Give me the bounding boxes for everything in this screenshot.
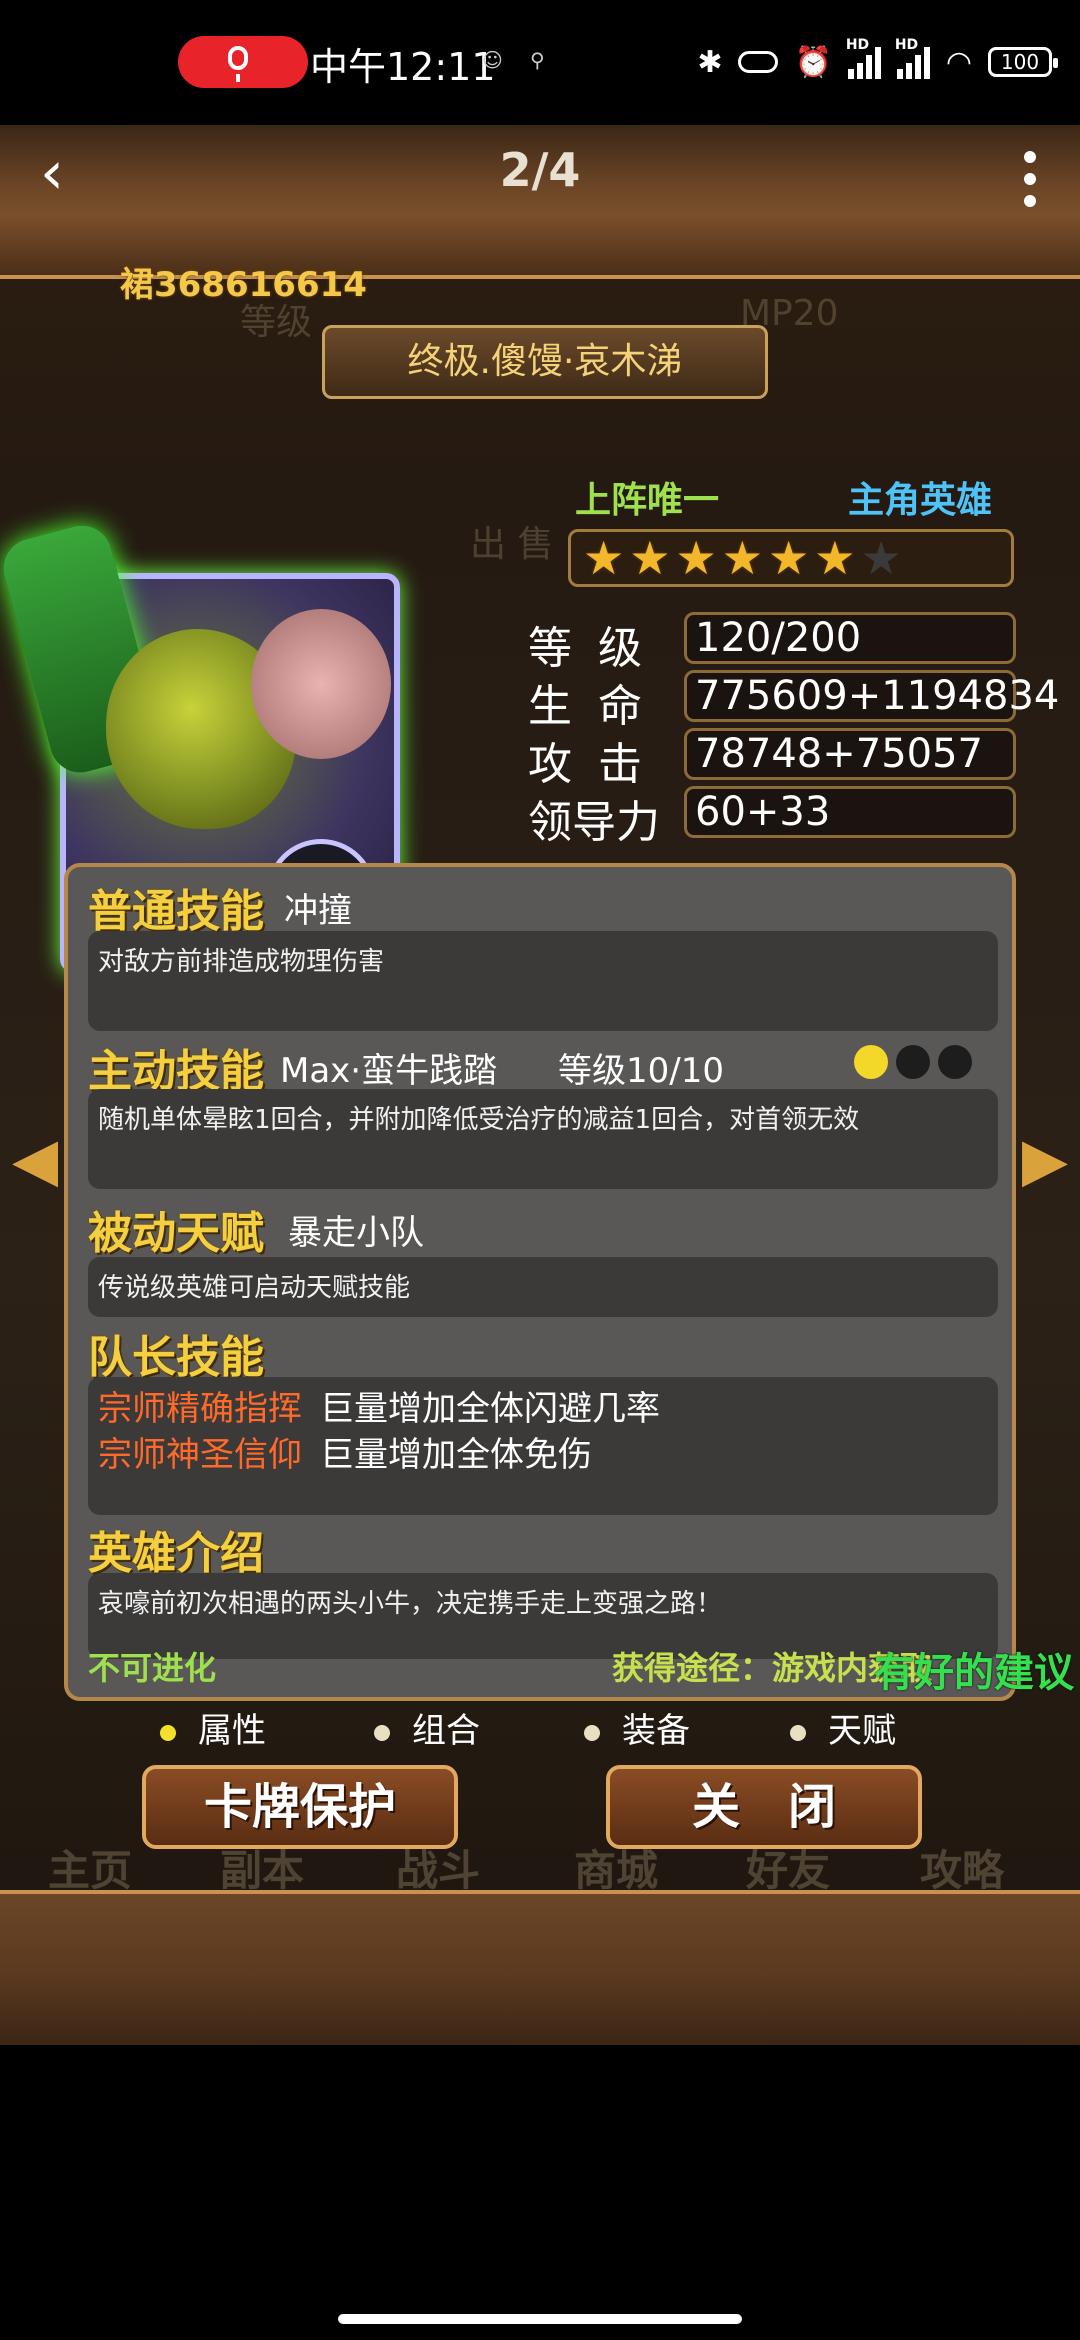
wifi-icon: ◠ xyxy=(945,44,972,80)
next-arrow-icon[interactable]: ▶ xyxy=(1022,1125,1068,1195)
passive-talent-name: 暴走小队 xyxy=(288,1213,424,1253)
skill-dot-icon xyxy=(854,1045,888,1079)
companion-character-graphic xyxy=(251,609,391,759)
skill-info-panel: 普通技能 冲撞 对敌方前排造成物理伤害 主动技能 Max·蛮牛践踏 等级10/1… xyxy=(64,863,1016,1701)
screen-recording-indicator[interactable] xyxy=(178,36,308,88)
star-icon: ★ xyxy=(814,531,856,585)
stat-value: 78748+75057 xyxy=(684,728,1016,780)
stat-value: 120/200 xyxy=(684,612,1016,664)
leader-skill-name: 宗师精确指挥 xyxy=(98,1389,302,1429)
status-time: 中午12:11 xyxy=(310,45,496,89)
skill-dot-icon xyxy=(896,1045,930,1079)
star-icon: ★ xyxy=(629,531,671,585)
normal-skill-title: 普通技能 xyxy=(88,886,264,937)
stat-label: 领导力 xyxy=(528,797,660,848)
watermark-text: 有好的建议 xyxy=(874,1650,1074,1696)
alarm-icon: ⏰ xyxy=(794,44,832,80)
leader-skill-title: 队长技能 xyxy=(88,1332,264,1383)
normal-skill-desc: 对敌方前排造成物理伤害 xyxy=(88,931,998,1031)
hero-intro-title: 英雄介绍 xyxy=(88,1528,264,1579)
star-icon: ★ xyxy=(768,531,810,585)
star-rating: ★ ★ ★ ★ ★ ★ ★ xyxy=(568,529,1014,587)
skill-level-dots xyxy=(854,1045,972,1079)
signal-2-icon: HD xyxy=(895,37,930,79)
star-icon: ★ xyxy=(675,531,717,585)
main-hero-tag: 主角英雄 xyxy=(848,480,993,521)
star-icon: ★ xyxy=(721,531,763,585)
stat-value: 60+33 xyxy=(684,786,1016,838)
app-notification-icon: ⚲ xyxy=(530,48,545,72)
card-protect-button[interactable]: 卡牌保护 xyxy=(142,1765,458,1849)
tab-combination[interactable]: 组合 xyxy=(374,1703,480,1752)
status-bar: 中午12:11 ☺ ⚲ ✱ ⏰ HD HD ◠ 100 xyxy=(0,0,1080,125)
passive-talent-title: 被动天赋 xyxy=(88,1208,264,1259)
tab-talent[interactable]: 天赋 xyxy=(790,1703,896,1752)
info-tabs: 属性 组合 装备 天赋 xyxy=(160,1703,940,1755)
bg-nav-home: 主页 xyxy=(48,1846,133,1895)
hero-title: 终极.傻馒·哀木涕 xyxy=(322,325,768,399)
leader-skill-value: 巨量增加全体闪避几率 xyxy=(320,1389,660,1429)
unique-deploy-tag: 上阵唯一 xyxy=(575,480,720,521)
tab-equipment[interactable]: 装备 xyxy=(584,1703,690,1752)
bottom-black-area xyxy=(0,2045,1080,2340)
passive-talent-desc: 传说级英雄可启动天赋技能 xyxy=(88,1257,998,1317)
previous-arrow-icon[interactable]: ◀ xyxy=(12,1125,58,1195)
leader-skill-row: 宗师精确指挥 巨量增加全体闪避几率 xyxy=(98,1381,660,1430)
star-icon: ★ xyxy=(583,531,625,585)
stat-label: 生 命 xyxy=(528,681,648,732)
normal-skill-name: 冲撞 xyxy=(284,891,352,931)
leader-skill-name: 宗师神圣信仰 xyxy=(98,1435,302,1475)
star-icon: ★ xyxy=(860,531,902,585)
stat-label: 攻 击 xyxy=(528,739,648,790)
group-number-text: 裙368616614 xyxy=(120,265,367,305)
signal-1-icon: HD xyxy=(846,37,881,79)
page-indicator: 2/4 xyxy=(499,143,581,197)
game-screen: ‹ 2/4 等级 MP20 出 售 裙368616614 终极.傻馒·哀木涕 ☠… xyxy=(0,125,1080,2049)
more-options-icon[interactable] xyxy=(1020,145,1040,207)
bottom-wood-frame xyxy=(0,1890,1080,2049)
bg-nav-guide: 攻略 xyxy=(920,1846,1005,1895)
leader-skill-value: 巨量增加全体免伤 xyxy=(320,1435,592,1475)
skill-dot-icon xyxy=(938,1045,972,1079)
bluetooth-icon: ✱ xyxy=(697,44,723,80)
status-icons: ✱ ⏰ HD HD ◠ 100 xyxy=(697,37,1058,86)
close-button[interactable]: 关 闭 xyxy=(606,1765,922,1849)
stat-value: 775609+1194834 xyxy=(684,670,1059,722)
evolve-status: 不可进化 xyxy=(88,1649,217,1687)
microphone-icon xyxy=(228,46,248,82)
home-indicator[interactable] xyxy=(338,2314,742,2324)
face-notification-icon: ☺ xyxy=(482,48,503,72)
top-wood-frame: ‹ 2/4 xyxy=(0,125,1080,279)
active-skill-name: Max·蛮牛践踏 xyxy=(280,1051,498,1091)
active-skill-level: 等级10/10 xyxy=(558,1051,724,1091)
stat-label: 等 级 xyxy=(528,623,648,674)
background-sell-text: 出 售 xyxy=(470,524,554,565)
active-skill-desc: 随机单体晕眩1回合，并附加降低受治疗的减益1回合，对首领无效 xyxy=(88,1089,998,1189)
tab-attributes[interactable]: 属性 xyxy=(160,1703,266,1752)
leader-skill-row: 宗师神圣信仰 巨量增加全体免伤 xyxy=(98,1427,592,1476)
battery-icon: 100 xyxy=(988,47,1058,77)
toggle-icon xyxy=(738,51,779,73)
